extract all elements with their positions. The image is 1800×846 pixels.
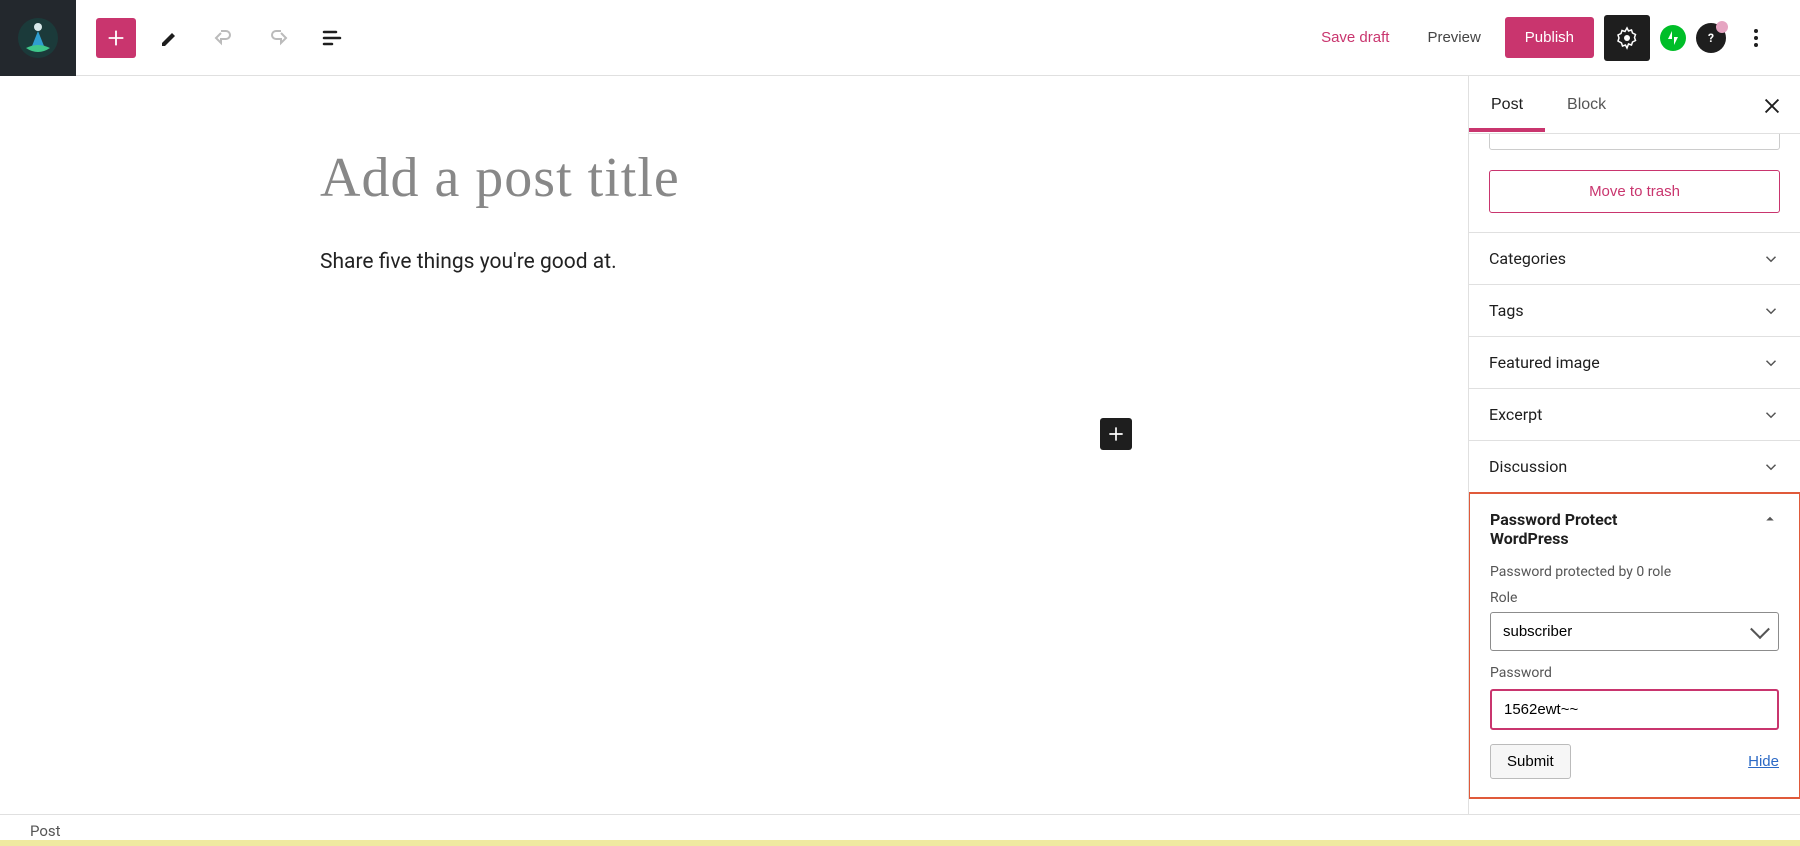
ppw-actions: Submit Hide bbox=[1490, 744, 1779, 779]
sidebar-body: Move to trash Categories Tags Featured i… bbox=[1469, 134, 1800, 814]
redo-icon bbox=[266, 26, 290, 50]
panel-password-protect: Password Protect WordPress Password prot… bbox=[1469, 492, 1800, 799]
chevron-down-icon bbox=[1762, 250, 1780, 268]
svg-text:?: ? bbox=[1708, 31, 1714, 45]
panel-label: Discussion bbox=[1489, 457, 1567, 476]
panel-discussion[interactable]: Discussion bbox=[1469, 441, 1800, 493]
chevron-down-icon bbox=[1762, 354, 1780, 372]
footer-breadcrumb: Post bbox=[0, 814, 1800, 846]
publish-button[interactable]: Publish bbox=[1505, 17, 1594, 58]
truncated-panel: Move to trash bbox=[1469, 134, 1800, 213]
toolbar-right: Save draft Preview Publish ? bbox=[1307, 15, 1800, 61]
top-toolbar: Save draft Preview Publish ? bbox=[0, 0, 1800, 76]
tab-block[interactable]: Block bbox=[1545, 78, 1628, 132]
list-icon bbox=[320, 26, 344, 50]
role-select-wrap: subscriber bbox=[1490, 612, 1779, 651]
framed-box[interactable] bbox=[1489, 134, 1780, 150]
undo-button[interactable] bbox=[204, 18, 244, 58]
tool-group bbox=[76, 18, 352, 58]
writing-prompt: Share five things you're good at. bbox=[320, 250, 1408, 274]
editor-canvas[interactable]: Share five things you're good at. bbox=[0, 76, 1468, 814]
settings-button[interactable] bbox=[1604, 15, 1650, 61]
sidebar-tabs: Post Block bbox=[1469, 76, 1800, 134]
jetpack-button[interactable] bbox=[1660, 25, 1686, 51]
plus-icon bbox=[105, 27, 127, 49]
chevron-down-icon bbox=[1762, 458, 1780, 476]
panel-categories[interactable]: Categories bbox=[1469, 233, 1800, 285]
post-title-input[interactable] bbox=[320, 146, 1408, 210]
plus-icon bbox=[1106, 424, 1126, 444]
panel-featured-image[interactable]: Featured image bbox=[1469, 337, 1800, 389]
add-block-button[interactable] bbox=[96, 18, 136, 58]
help-button[interactable]: ? bbox=[1696, 23, 1726, 53]
password-label: Password bbox=[1490, 665, 1779, 681]
pencil-icon bbox=[158, 26, 182, 50]
panel-label: Featured image bbox=[1489, 353, 1600, 372]
ppw-header[interactable]: Password Protect WordPress bbox=[1470, 494, 1799, 564]
meditation-icon bbox=[16, 16, 60, 60]
site-logo[interactable] bbox=[0, 0, 76, 76]
role-select[interactable]: subscriber bbox=[1490, 612, 1779, 651]
panel-tags[interactable]: Tags bbox=[1469, 285, 1800, 337]
save-draft-button[interactable]: Save draft bbox=[1307, 19, 1403, 56]
triangle-up-icon bbox=[1761, 510, 1779, 528]
ppw-body: Password protected by 0 role Role subscr… bbox=[1470, 564, 1799, 797]
panel-excerpt[interactable]: Excerpt bbox=[1469, 389, 1800, 441]
question-icon: ? bbox=[1703, 30, 1719, 46]
close-sidebar-button[interactable] bbox=[1754, 88, 1790, 124]
settings-sidebar: Post Block Move to trash Categories Tags bbox=[1468, 76, 1800, 814]
divider bbox=[1469, 213, 1800, 233]
panel-label: Password Protect WordPress bbox=[1490, 510, 1670, 548]
outline-button[interactable] bbox=[312, 18, 352, 58]
move-to-trash-button[interactable]: Move to trash bbox=[1489, 170, 1780, 213]
chevron-down-icon bbox=[1762, 302, 1780, 320]
more-vertical-icon bbox=[1744, 26, 1768, 50]
breadcrumb-item[interactable]: Post bbox=[30, 822, 61, 840]
role-label: Role bbox=[1490, 590, 1779, 606]
gear-icon bbox=[1615, 26, 1639, 50]
hide-link[interactable]: Hide bbox=[1748, 753, 1779, 770]
panel-label: Excerpt bbox=[1489, 405, 1542, 424]
ppw-status: Password protected by 0 role bbox=[1490, 564, 1779, 580]
main-area: Share five things you're good at. Post B… bbox=[0, 76, 1800, 814]
chevron-down-icon bbox=[1762, 406, 1780, 424]
insert-block-button[interactable] bbox=[1100, 418, 1132, 450]
toolbar-left bbox=[0, 0, 352, 75]
jetpack-icon bbox=[1665, 30, 1681, 46]
panel-label: Tags bbox=[1489, 301, 1524, 320]
submit-button[interactable]: Submit bbox=[1490, 744, 1571, 779]
redo-button[interactable] bbox=[258, 18, 298, 58]
undo-icon bbox=[212, 26, 236, 50]
more-options-button[interactable] bbox=[1736, 18, 1776, 58]
close-icon bbox=[1761, 95, 1783, 117]
panel-label: Categories bbox=[1489, 249, 1566, 268]
preview-button[interactable]: Preview bbox=[1413, 19, 1494, 56]
password-input[interactable] bbox=[1490, 689, 1779, 730]
tab-post[interactable]: Post bbox=[1469, 78, 1545, 132]
edit-tool-button[interactable] bbox=[150, 18, 190, 58]
